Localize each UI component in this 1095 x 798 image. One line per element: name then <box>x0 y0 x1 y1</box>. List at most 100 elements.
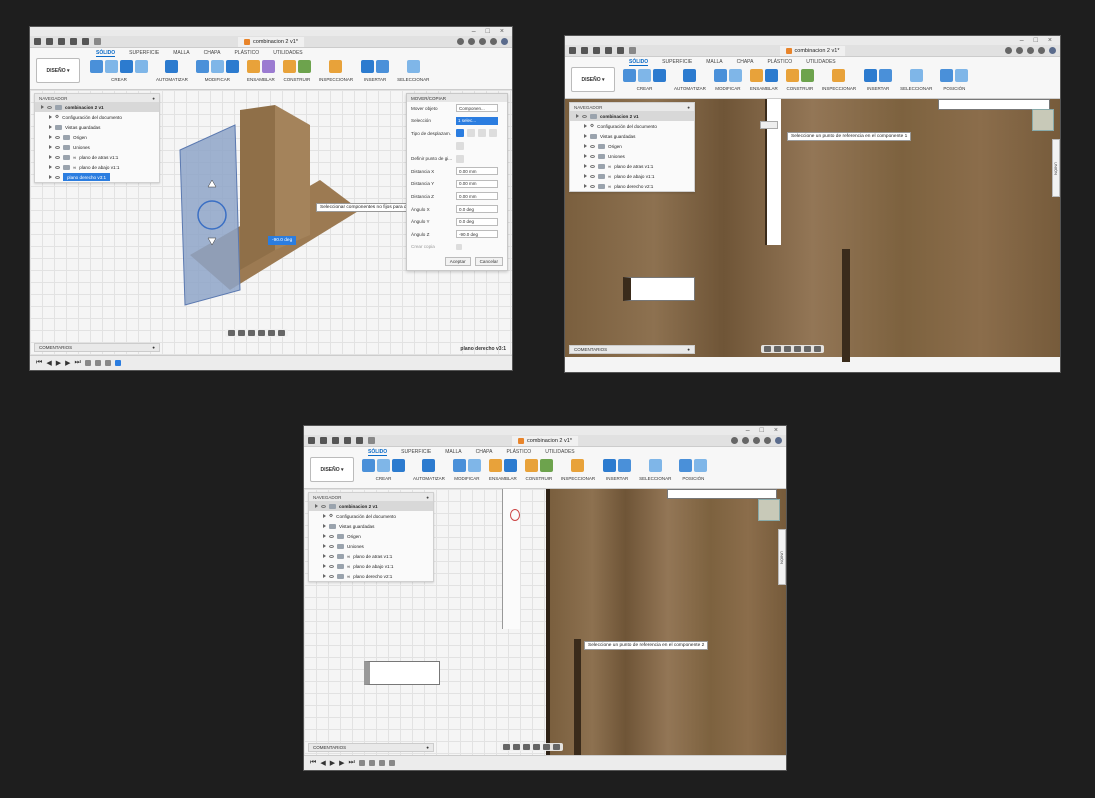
eye-icon[interactable] <box>47 105 52 109</box>
last-icon[interactable]: ⏭ <box>74 359 80 367</box>
back-panel-face[interactable] <box>275 105 310 250</box>
eye-icon[interactable] <box>590 164 595 168</box>
wood-slot[interactable] <box>574 639 581 759</box>
group-ensamblar[interactable]: ENSAMBLAR <box>488 457 517 481</box>
browser-item[interactable]: ⚙ Configuración del documento <box>570 121 694 131</box>
eye-icon[interactable] <box>321 504 326 508</box>
home-icon[interactable] <box>629 47 636 54</box>
wood-panel[interactable] <box>546 489 786 755</box>
group-insertar[interactable]: INSERTAR <box>864 67 893 91</box>
eye-icon[interactable] <box>582 114 587 118</box>
timeline-feature-icon[interactable] <box>114 360 121 366</box>
apps-grid-icon[interactable] <box>308 437 315 444</box>
angle-x-input[interactable]: 0.0 deg <box>456 205 498 214</box>
avatar[interactable] <box>775 437 782 444</box>
fit-icon[interactable] <box>533 744 540 750</box>
browser-item[interactable]: ∞ plano derecho v2:1 <box>570 181 694 191</box>
group-inspeccionar[interactable]: INSPECCIONAR <box>822 67 856 91</box>
prev-icon[interactable]: ◀ <box>320 759 325 767</box>
redo-icon[interactable] <box>82 38 89 45</box>
pin-icon[interactable]: ● <box>152 96 155 101</box>
document-tab[interactable]: combinacion 2 v1* <box>512 436 578 446</box>
eye-icon[interactable] <box>590 144 595 148</box>
display-icon[interactable] <box>543 744 550 750</box>
eye-icon[interactable] <box>55 135 60 139</box>
design-dropdown[interactable]: DISEÑO ▾ <box>36 58 80 83</box>
group-posicion[interactable]: POSICIÓN <box>679 457 708 481</box>
notifications-icon[interactable] <box>1027 47 1034 54</box>
eye-icon[interactable] <box>590 154 595 158</box>
eye-icon[interactable] <box>590 184 595 188</box>
browser-item[interactable]: ∞ plano de abajo v1:1 <box>35 162 159 172</box>
comments-bar[interactable]: COMENTARIOS ● <box>569 345 695 354</box>
close-icon[interactable]: × <box>774 427 778 434</box>
ok-button[interactable]: Aceptar <box>444 257 471 267</box>
display-icon[interactable] <box>268 330 275 336</box>
move-object-select[interactable]: Componen... <box>456 104 498 113</box>
browser-item[interactable]: Vistas guardadas <box>309 521 433 531</box>
viewcube[interactable] <box>1032 109 1054 131</box>
browser-item[interactable]: Vistas guardadas <box>35 122 159 132</box>
tab-utilidades[interactable]: UTILIDADES <box>806 59 835 66</box>
browser-item[interactable]: ∞ plano derecho v2:1 <box>309 571 433 581</box>
file-icon[interactable] <box>581 47 588 54</box>
browser-root[interactable]: combinacion 2 v1 <box>35 102 159 112</box>
browser-item[interactable]: Origen <box>570 141 694 151</box>
group-posicion[interactable]: POSICIÓN <box>940 67 969 91</box>
browser-item[interactable]: Uniones <box>35 142 159 152</box>
tab-plastico[interactable]: PLÁSTICO <box>506 449 531 456</box>
tab-cutout[interactable] <box>364 661 440 685</box>
expand-icon[interactable]: ● <box>152 345 155 350</box>
zoom-icon[interactable] <box>248 330 255 336</box>
add-icon[interactable] <box>731 437 738 444</box>
tab-plastico[interactable]: PLÁSTICO <box>767 59 792 66</box>
timeline-feature-icon[interactable] <box>84 360 91 366</box>
point-to-point-icon[interactable] <box>489 129 497 138</box>
timeline-feature-icon[interactable] <box>388 760 395 766</box>
browser-root[interactable]: combinacion 2 v1 <box>570 111 694 121</box>
browser-item[interactable]: ∞ plano de atras v1:1 <box>35 152 159 162</box>
minimize-icon[interactable]: – <box>746 427 750 434</box>
help-icon[interactable] <box>764 437 771 444</box>
grid-icon[interactable] <box>814 346 821 352</box>
orbit-icon[interactable] <box>503 744 510 750</box>
tab-malla[interactable]: MALLA <box>706 59 722 66</box>
browser-root[interactable]: combinacion 2 v1 <box>309 501 433 511</box>
close-icon[interactable]: × <box>1048 37 1052 44</box>
browser-item[interactable]: ∞ plano de abajo v1:1 <box>570 171 694 181</box>
comments-bar[interactable]: COMENTARIOS ● <box>34 343 160 352</box>
undo-icon[interactable] <box>605 47 612 54</box>
eye-icon[interactable] <box>55 175 60 179</box>
browser-item[interactable]: ∞ plano de abajo v1:1 <box>309 561 433 571</box>
group-construir[interactable]: CONSTRUIR <box>785 67 814 91</box>
browser-item[interactable]: Vistas guardadas <box>570 131 694 141</box>
apps-grid-icon[interactable] <box>569 47 576 54</box>
browser-item[interactable]: Origen <box>309 531 433 541</box>
canvas[interactable]: Seleccionar componentes no fijos para de… <box>30 90 512 355</box>
cancel-button[interactable]: Cancelar <box>474 257 503 267</box>
last-icon[interactable]: ⏭ <box>348 759 354 767</box>
expand-icon[interactable]: ● <box>687 347 690 352</box>
tab-solido[interactable]: SÓLIDO <box>629 59 649 66</box>
tab-chapa[interactable]: CHAPA <box>204 50 221 57</box>
distance-z-input[interactable]: 0.00 mm <box>456 192 498 201</box>
joint-origin-icon[interactable] <box>510 509 520 521</box>
play-icon[interactable]: ▶ <box>330 759 335 767</box>
save-icon[interactable] <box>58 38 65 45</box>
back-panel[interactable] <box>240 105 275 270</box>
group-insertar[interactable]: INSERTAR <box>361 58 390 82</box>
add-icon[interactable] <box>1005 47 1012 54</box>
group-modificar[interactable]: MODIFICAR <box>713 67 742 91</box>
timeline-feature-icon[interactable] <box>104 360 111 366</box>
group-automatizar[interactable]: AUTOMATIZAR <box>413 457 445 481</box>
group-automatizar[interactable]: AUTOMATIZAR <box>674 67 706 91</box>
save-icon[interactable] <box>332 437 339 444</box>
group-construir[interactable]: CONSTRUIR <box>282 58 311 82</box>
eye-icon[interactable] <box>55 165 60 169</box>
browser-item[interactable]: plano derecho v3:1 <box>35 172 159 182</box>
tab-utilidades[interactable]: UTILIDADES <box>273 50 302 57</box>
distance-x-input[interactable]: 0.00 mm <box>456 167 498 176</box>
eye-icon[interactable] <box>590 174 595 178</box>
minimize-icon[interactable]: – <box>472 28 476 35</box>
browser-item[interactable]: ⚙ Configuración del documento <box>35 112 159 122</box>
